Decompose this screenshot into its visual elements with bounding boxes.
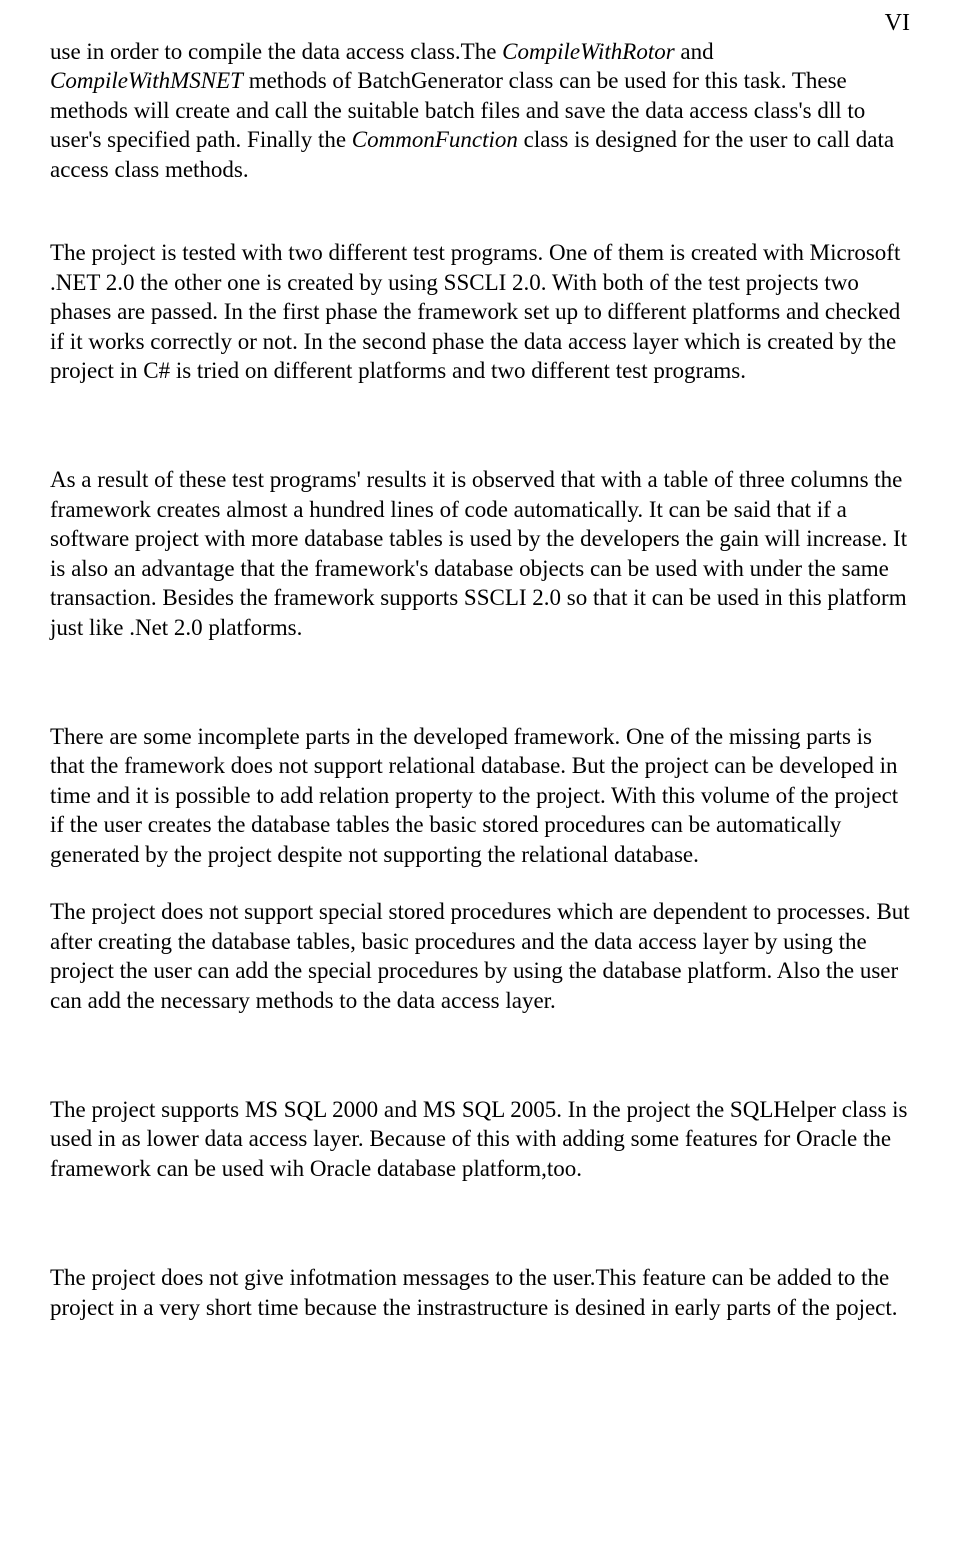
p1-seg1: use in order to compile the data access …: [50, 39, 502, 64]
paragraph-1: use in order to compile the data access …: [50, 37, 910, 184]
p1-italic1: CompileWithRotor: [502, 39, 675, 64]
paragraph-4: There are some incomplete parts in the d…: [50, 722, 910, 869]
paragraph-5: The project does not support special sto…: [50, 897, 910, 1015]
page-number: VI: [50, 0, 910, 37]
spacer: [50, 413, 910, 439]
page-container: VI use in order to compile the data acce…: [0, 0, 960, 1549]
paragraph-7: The project does not give infotmation me…: [50, 1263, 910, 1322]
spacer: [50, 1069, 910, 1095]
p1-italic2: CompileWithMSNET: [50, 68, 243, 93]
paragraph-2: The project is tested with two different…: [50, 238, 910, 385]
spacer: [50, 670, 910, 696]
paragraph-3: As a result of these test programs' resu…: [50, 465, 910, 642]
spacer: [50, 1043, 910, 1069]
spacer: [50, 696, 910, 722]
p1-italic3: CommonFunction: [352, 127, 518, 152]
spacer: [50, 212, 910, 238]
spacer: [50, 1211, 910, 1237]
paragraph-6: The project supports MS SQL 2000 and MS …: [50, 1095, 910, 1183]
spacer: [50, 1237, 910, 1263]
spacer: [50, 439, 910, 465]
p1-seg2: and: [675, 39, 714, 64]
